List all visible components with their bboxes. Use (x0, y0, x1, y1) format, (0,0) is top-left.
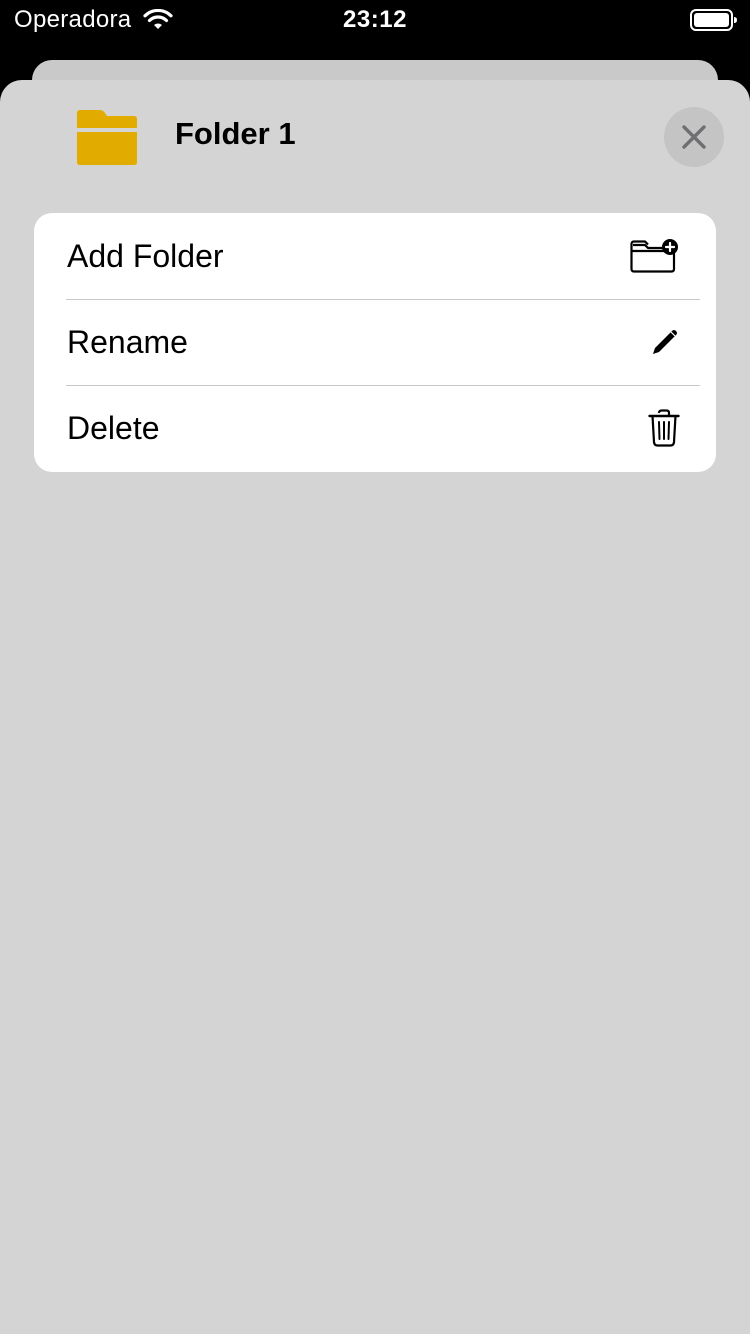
action-menu: Add Folder Rename Delete (34, 213, 716, 472)
screen: Operadora 23:12 Folder 1 Add Folder Rena… (0, 0, 750, 1334)
trash-icon (648, 409, 680, 447)
menu-item-label: Delete (67, 409, 160, 446)
folder-add-icon (630, 239, 678, 273)
pencil-icon (653, 330, 677, 354)
menu-item-label: Add Folder (67, 237, 224, 274)
menu-item-label: Rename (67, 323, 188, 360)
folder-icon (77, 110, 137, 165)
status-bar: Operadora 23:12 (0, 0, 750, 40)
battery-full-icon (690, 9, 737, 31)
close-icon (682, 125, 706, 149)
menu-item-add-folder[interactable]: Add Folder (34, 213, 716, 299)
close-button[interactable] (664, 107, 724, 167)
menu-item-rename[interactable]: Rename (34, 299, 716, 385)
clock: 23:12 (343, 6, 407, 33)
menu-item-delete[interactable]: Delete (34, 385, 716, 471)
sheet-title: Folder 1 (175, 116, 296, 151)
action-sheet: Folder 1 Add Folder Rename Delete (0, 80, 750, 1334)
